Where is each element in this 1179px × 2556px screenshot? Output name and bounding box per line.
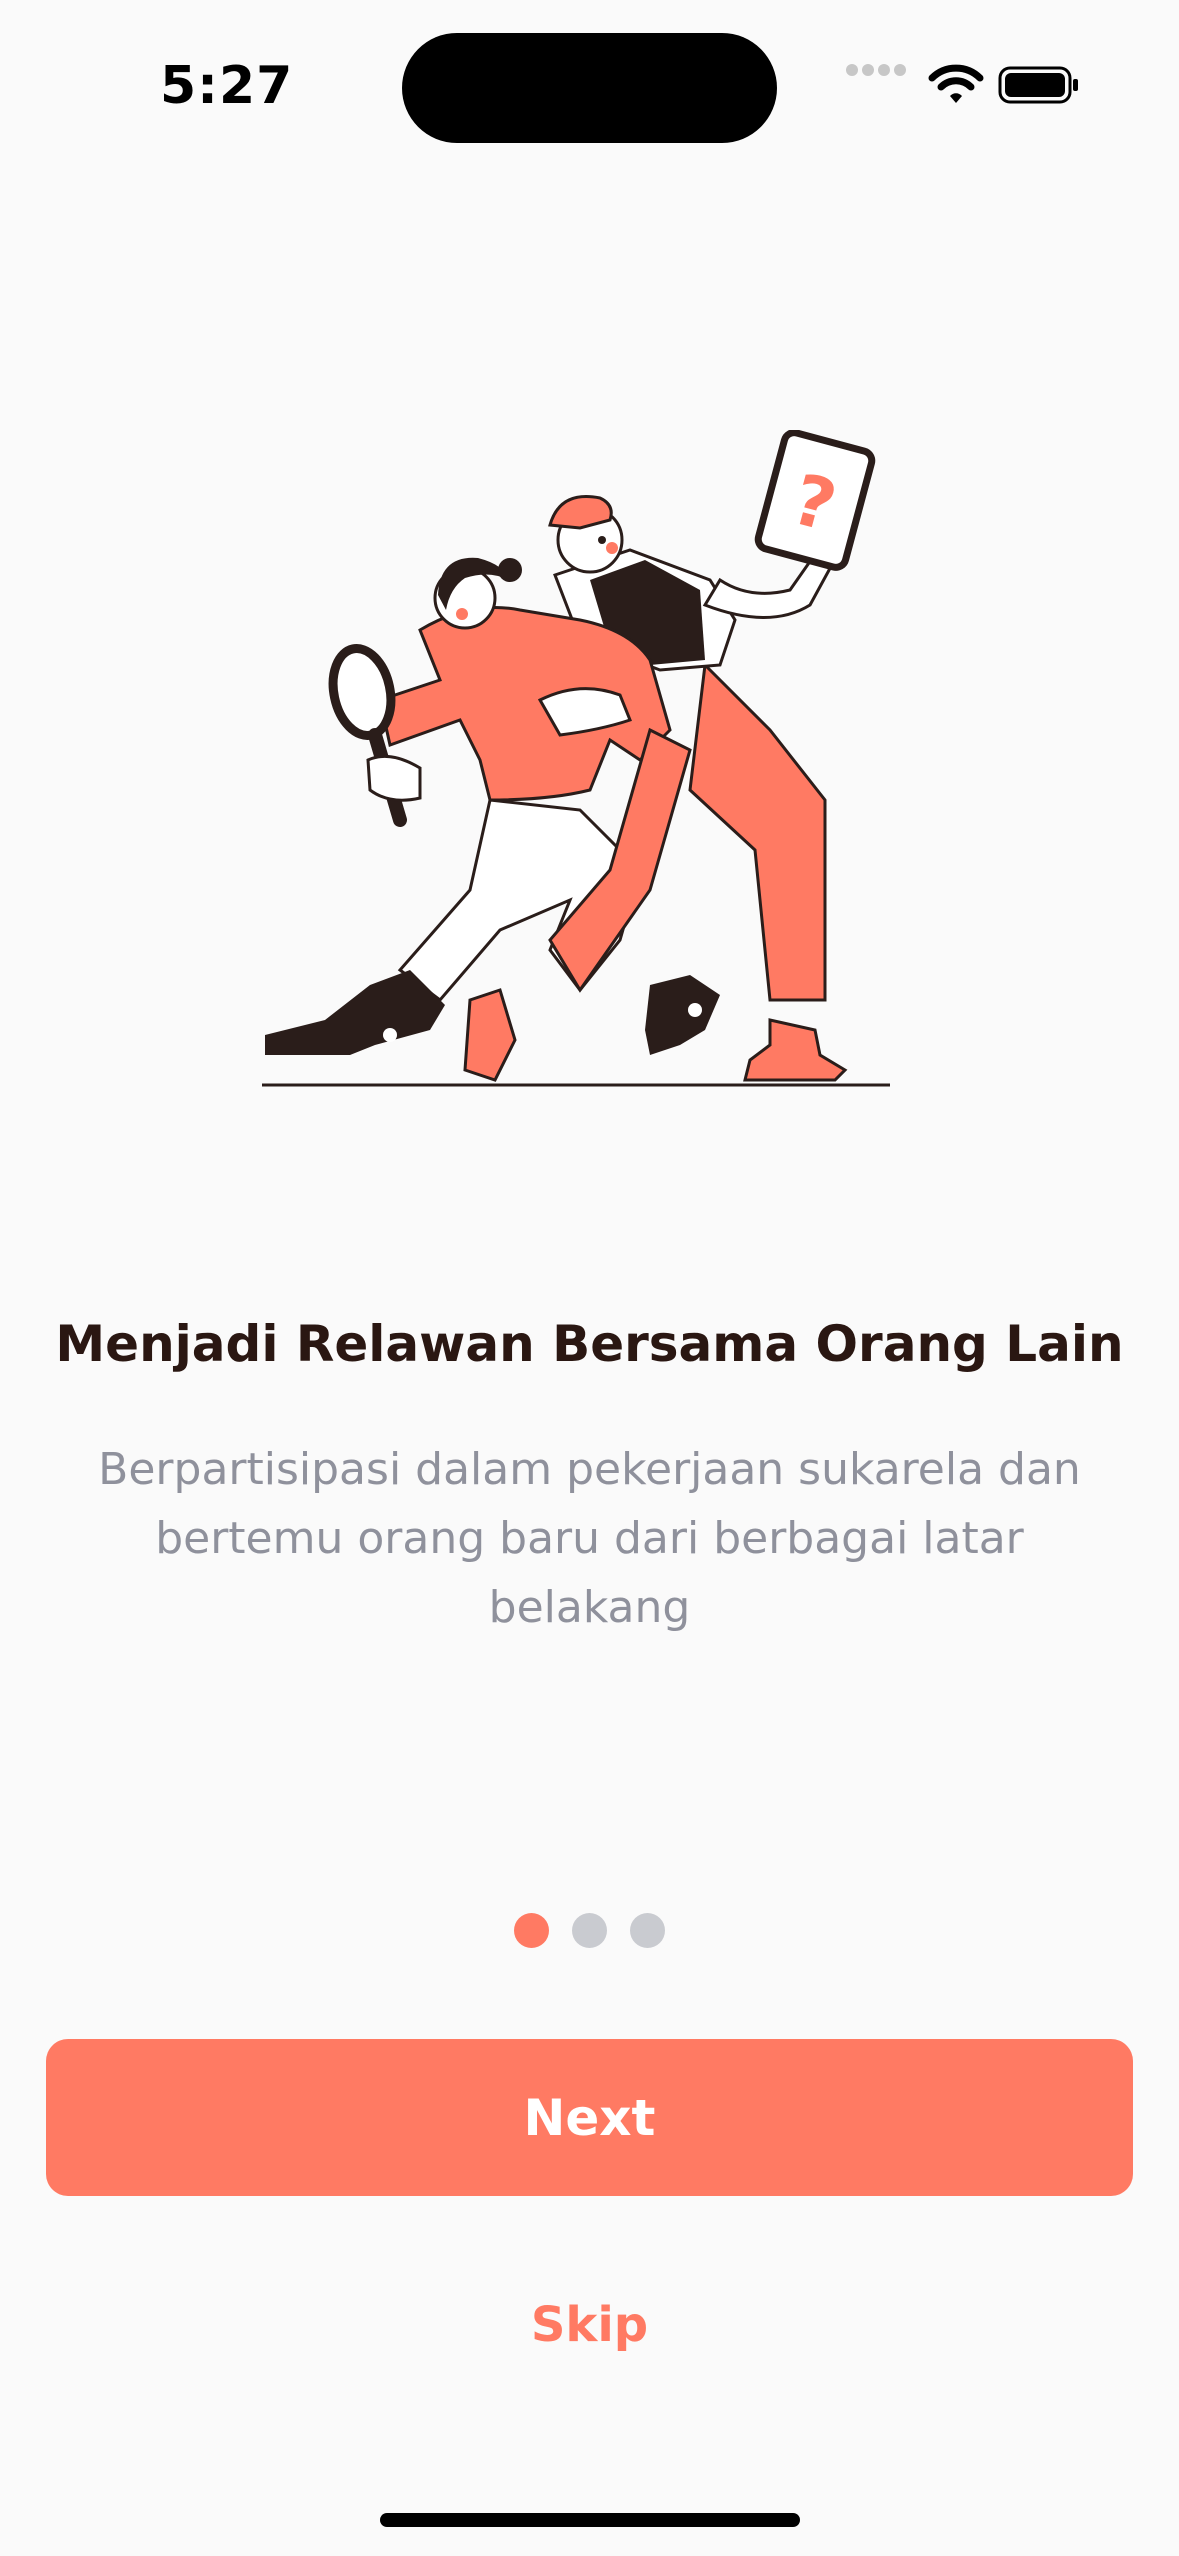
next-button[interactable]: Next bbox=[46, 2039, 1133, 2196]
cellular-signal-icon bbox=[846, 64, 906, 76]
battery-icon bbox=[998, 66, 1078, 104]
dynamic-island bbox=[402, 33, 777, 143]
page-indicator bbox=[0, 1913, 1179, 1949]
onboarding-title: Menjadi Relawan Bersama Orang Lain bbox=[55, 1315, 1124, 1373]
page-dot-1[interactable] bbox=[514, 1913, 549, 1948]
page-dot-3[interactable] bbox=[630, 1913, 665, 1948]
page-dot-2[interactable] bbox=[572, 1913, 607, 1948]
volunteers-searching-illustration: ? bbox=[262, 430, 890, 1087]
onboarding-subtitle: Berpartisipasi dalam pekerjaan sukarela … bbox=[98, 1444, 1081, 1633]
home-indicator bbox=[380, 2513, 800, 2527]
status-time: 5:27 bbox=[160, 56, 294, 116]
wifi-icon bbox=[928, 64, 984, 103]
status-icons bbox=[840, 60, 1090, 116]
onboarding-screen: 5:27 ? Menjadi Relawan Bersama Orang Lai… bbox=[0, 0, 1179, 2556]
skip-button[interactable]: Skip bbox=[0, 2290, 1179, 2360]
